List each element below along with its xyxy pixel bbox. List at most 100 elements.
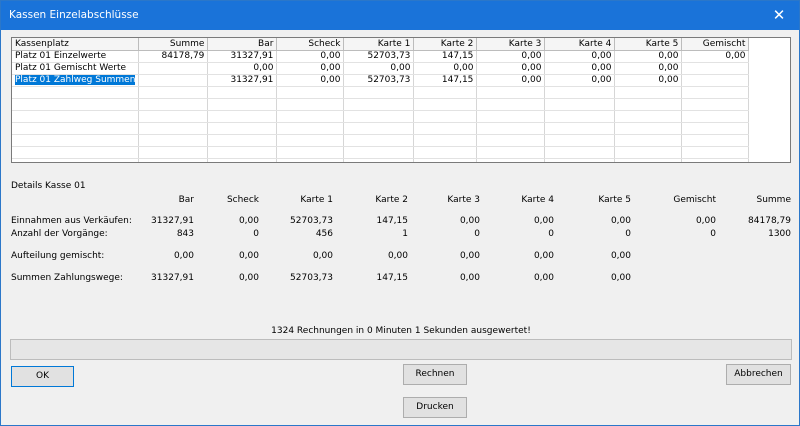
details-column-header: Karte 5 — [598, 195, 631, 205]
column-header[interactable]: Kassenplatz — [12, 38, 140, 51]
empty-cell — [476, 146, 546, 159]
empty-cell — [343, 110, 415, 123]
empty-cell — [207, 122, 278, 135]
details-value: 0,00 — [459, 251, 480, 261]
empty-row — [12, 98, 750, 111]
empty-cell — [276, 98, 345, 111]
empty-cell — [614, 86, 683, 99]
selected-row-label: Platz 01 Zahlweg Summen — [15, 75, 136, 85]
table-cell: 0,00 — [476, 50, 546, 63]
details-value: 52703,73 — [290, 216, 333, 226]
progress-bar — [10, 339, 792, 360]
table-row[interactable]: Platz 01 Gemischt Werte 0,00 0,00 0,00 0,00 0… — [12, 62, 750, 75]
status-text: 1324 Rechnungen in 0 Minuten 1 Sekunden … — [271, 326, 531, 336]
table-cell: 52703,73 — [343, 74, 415, 87]
details-column-header: Scheck — [226, 195, 259, 205]
empty-cell — [413, 110, 478, 123]
column-header[interactable]: Gemischt — [681, 38, 750, 51]
empty-cell — [276, 134, 345, 147]
table-cell — [138, 74, 209, 87]
empty-cell — [614, 146, 683, 159]
table-cell: 0,00 — [276, 74, 345, 87]
empty-cell — [476, 98, 546, 111]
column-header[interactable]: Summe — [138, 38, 209, 51]
drucken-button[interactable]: Drucken — [403, 397, 467, 418]
empty-cell — [343, 98, 415, 111]
close-icon[interactable]: ✕ — [759, 1, 799, 30]
details-value: 0 — [548, 229, 554, 239]
empty-cell — [138, 122, 209, 135]
table-cell: 0,00 — [544, 74, 616, 87]
table-row[interactable]: Platz 01 Zahlweg Summen 31327,91 0,00 52703… — [12, 74, 750, 87]
table-cell: 0,00 — [276, 50, 345, 63]
details-column-header: Karte 2 — [375, 195, 408, 205]
details-value: 0,00 — [459, 273, 480, 283]
details-value: 0,00 — [610, 273, 631, 283]
details-value: 31327,91 — [151, 273, 194, 283]
details-value: 0,00 — [533, 273, 554, 283]
column-header[interactable]: Karte 1 — [343, 38, 415, 51]
details-value: 0,00 — [312, 251, 333, 261]
column-header[interactable]: Karte 4 — [544, 38, 616, 51]
table-cell: 147,15 — [413, 74, 478, 87]
details-value: 0,00 — [610, 216, 631, 226]
details-value: 147,15 — [376, 216, 409, 226]
details-column-header: Karte 3 — [447, 195, 480, 205]
empty-cell — [476, 122, 546, 135]
empty-cell — [138, 158, 209, 162]
empty-cell — [614, 98, 683, 111]
table-cell: 0,00 — [614, 74, 683, 87]
details-column-header: Karte 4 — [521, 195, 554, 205]
empty-cell — [544, 86, 616, 99]
table-cell — [681, 74, 750, 87]
empty-cell — [207, 110, 278, 123]
details-value: 0 — [625, 229, 631, 239]
details-row-label: Summen Zahlungswege: — [11, 273, 123, 283]
details-value: 0,00 — [610, 251, 631, 261]
empty-cell — [614, 134, 683, 147]
table-cell: Platz 01 Zahlweg Summen — [12, 74, 140, 87]
ok-button[interactable]: OK — [11, 366, 74, 387]
empty-cell — [544, 110, 616, 123]
table-cell: 0,00 — [614, 50, 683, 63]
details-header-row: Bar Scheck Karte 1 Karte 2 Karte 3 Karte 4 Kar… — [11, 195, 791, 207]
empty-cell — [207, 146, 278, 159]
details-value: 1 — [402, 229, 408, 239]
title-bar: Kassen Einzelabschlüsse ✕ — [1, 1, 799, 30]
details-row-label: Einnahmen aus Verkäufen: — [11, 216, 132, 226]
empty-cell — [681, 122, 750, 135]
details-value: 0,00 — [533, 251, 554, 261]
details-value: 31327,91 — [151, 216, 194, 226]
abbrechen-button[interactable]: Abbrechen — [726, 364, 791, 385]
empty-cell — [276, 158, 345, 162]
summary-grid[interactable]: Kassenplatz Summe Bar Scheck Karte 1 Karte 2K… — [11, 37, 791, 163]
empty-cell — [681, 98, 750, 111]
empty-row — [12, 122, 750, 135]
details-value: 0,00 — [533, 216, 554, 226]
details-title: Details Kasse 01 — [11, 181, 86, 191]
empty-cell — [544, 158, 616, 162]
empty-cell — [413, 134, 478, 147]
column-header[interactable]: Karte 3 — [476, 38, 546, 51]
details-value: 52703,73 — [290, 273, 333, 283]
empty-cell — [476, 110, 546, 123]
column-header[interactable]: Karte 2 — [413, 38, 478, 51]
details-value: 147,15 — [376, 273, 409, 283]
table-cell: 0,00 — [544, 62, 616, 75]
table-row[interactable]: Platz 01 Einzelwerte 84178,79 31327,91 0,00… — [12, 50, 750, 63]
details-value: 0 — [253, 229, 259, 239]
details-row-label: Anzahl der Vorgänge: — [11, 229, 108, 239]
table-cell: 0,00 — [207, 62, 278, 75]
column-header[interactable]: Scheck — [276, 38, 345, 51]
column-header[interactable]: Bar — [207, 38, 278, 51]
empty-cell — [681, 158, 750, 162]
rechnen-button[interactable]: Rechnen — [403, 364, 467, 385]
details-row: Einnahmen aus Verkäufen: 31327,91 0,00 5270… — [11, 216, 791, 228]
table-cell: 31327,91 — [207, 74, 278, 87]
column-header[interactable]: Karte 5 — [614, 38, 683, 51]
details-value: 0 — [474, 229, 480, 239]
empty-cell — [476, 86, 546, 99]
table-cell: 147,15 — [413, 50, 478, 63]
details-column-header: Gemischt — [673, 195, 716, 205]
details-column-header: Summe — [756, 195, 792, 205]
